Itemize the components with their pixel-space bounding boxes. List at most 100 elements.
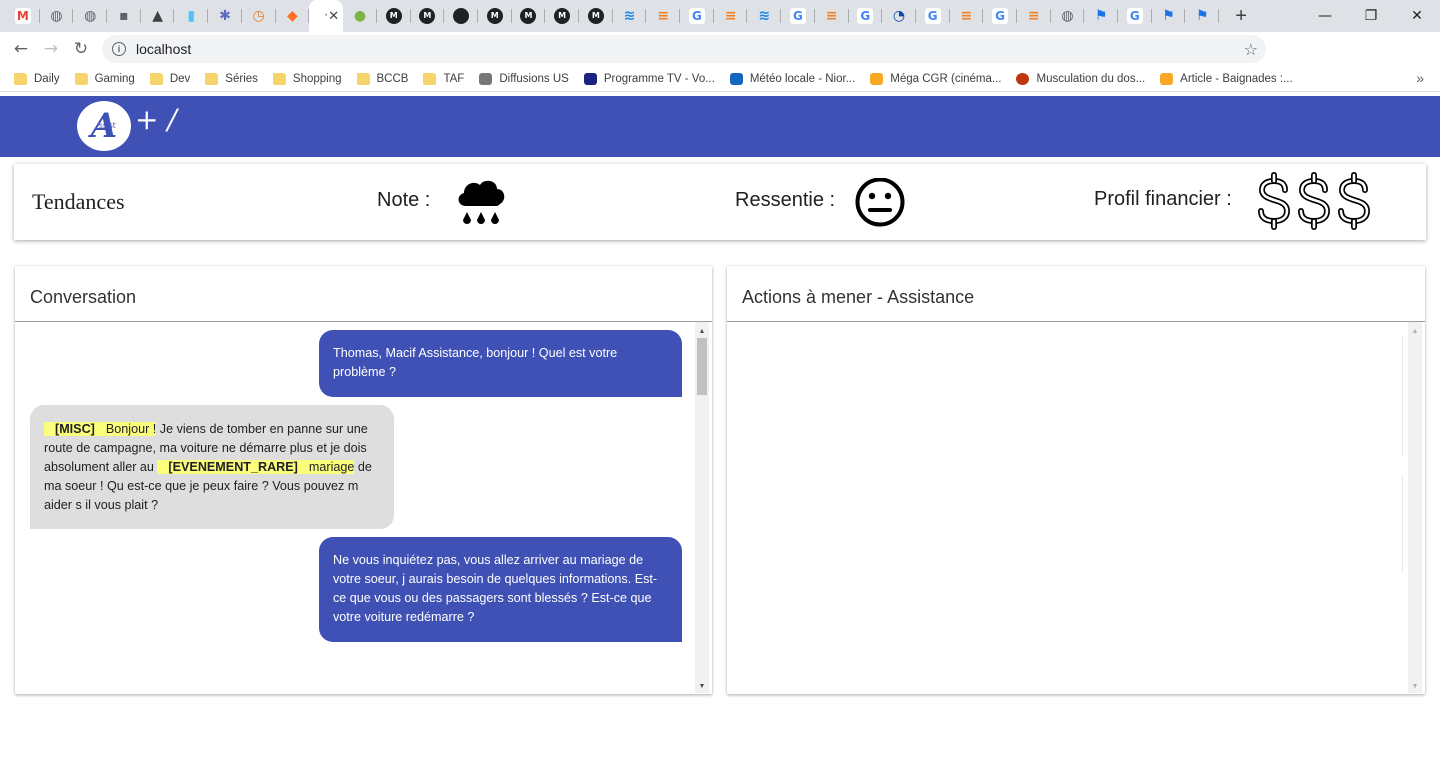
browser-tab[interactable]: ▲: [141, 0, 175, 32]
stackoverflow-icon: ≡: [1027, 8, 1040, 24]
bookmark-item[interactable]: Séries: [205, 72, 258, 85]
actions-body[interactable]: ▲ ▼: [727, 322, 1425, 693]
bookmark-item[interactable]: Daily: [14, 72, 60, 85]
browser-tab[interactable]: · ✕: [309, 0, 344, 32]
bookmarks-bar: Daily Gaming Dev Séries Shopping BCCB TAF Diffu…: [0, 66, 1440, 92]
browser-tab[interactable]: ≡: [815, 0, 849, 32]
note-label: Note :: [377, 189, 431, 211]
bookmark-item[interactable]: Dev: [149, 72, 190, 85]
back-button[interactable]: ←: [6, 34, 36, 64]
browser-tab[interactable]: ●: [343, 0, 377, 32]
browser-tab[interactable]: M: [579, 0, 613, 32]
browser-tab[interactable]: ▪: [107, 0, 141, 32]
bookmark-item[interactable]: Gaming: [74, 72, 135, 85]
browser-tab[interactable]: [444, 0, 478, 32]
browser-toolbar: ← → ↻ i localhost ☆ ● ▦ ◌ ◈ ⋮: [0, 32, 1440, 89]
entity-highlight: mariage: [308, 460, 355, 474]
browser-tab[interactable]: ≡: [714, 0, 748, 32]
conversation-scrollbar[interactable]: ▲ ▼: [695, 322, 709, 693]
browser-tab[interactable]: ◷: [242, 0, 276, 32]
browser-tab[interactable]: M: [411, 0, 445, 32]
bookmark-item[interactable]: Diffusions US: [479, 72, 569, 85]
cinema-icon: [870, 72, 884, 85]
m-icon: M: [486, 8, 503, 24]
browser-tab[interactable]: ≡: [1017, 0, 1051, 32]
entity-highlight: Bonjour !: [105, 422, 157, 436]
maximize-button[interactable]: ❐: [1348, 0, 1394, 32]
reload-button[interactable]: ↻: [66, 34, 96, 64]
scroll-up-arrow-icon[interactable]: ▲: [1408, 324, 1422, 338]
browser-tab[interactable]: ⚑: [1185, 0, 1219, 32]
browser-tab[interactable]: G: [1118, 0, 1152, 32]
browser-tab[interactable]: M: [545, 0, 579, 32]
conversation-body[interactable]: Thomas, Macif Assistance, bonjour ! Quel…: [15, 322, 712, 693]
scroll-down-arrow-icon[interactable]: ▼: [1408, 679, 1422, 693]
browser-tab[interactable]: ◍: [1051, 0, 1085, 32]
info-icon[interactable]: i: [112, 42, 126, 56]
tab-list: M ◍ ◍ ▪ ▲ ▮ ✱ ◷ ◆ · ✕ ● M M M M M M ≋ ≡ G ≡ ≋ G ≡ G ◔ G ≡ G ≡ ◍ ⚑ G ⚑ ⚑ +: [0, 0, 1255, 32]
close-window-button[interactable]: ✕: [1394, 0, 1440, 32]
neutral-face-icon: [855, 178, 905, 227]
bookmark-star-icon[interactable]: ☆: [1244, 40, 1258, 59]
message-agent: Thomas, Macif Assistance, bonjour ! Quel…: [319, 330, 682, 397]
bookmark-item[interactable]: Programme TV - Vo...: [583, 72, 715, 85]
browser-tab[interactable]: ◆: [276, 0, 310, 32]
browser-tab[interactable]: ◍: [40, 0, 74, 32]
bookmark-item[interactable]: Article - Baignades :...: [1160, 72, 1293, 85]
address-bar[interactable]: i localhost ☆: [102, 35, 1266, 63]
browser-tab[interactable]: ◔: [882, 0, 916, 32]
bookmark-item[interactable]: BCCB: [356, 72, 408, 85]
browser-tab[interactable]: M: [6, 0, 40, 32]
google-icon: G: [1126, 8, 1143, 24]
minimize-button[interactable]: —: [1302, 0, 1348, 32]
bookmark-label: Programme TV - Vo...: [603, 72, 715, 85]
bookmark-label: TAF: [443, 72, 465, 85]
browser-tab[interactable]: ≡: [950, 0, 984, 32]
bookmark-item[interactable]: TAF: [423, 72, 465, 85]
stackoverflow-icon: ≡: [825, 8, 838, 24]
browser-tab[interactable]: G: [680, 0, 714, 32]
browser-tab[interactable]: M: [512, 0, 546, 32]
scroll-down-arrow-icon[interactable]: ▼: [695, 679, 709, 693]
m-icon: M: [587, 8, 604, 24]
browser-tab[interactable]: ✱: [208, 0, 242, 32]
flag-icon: ⚑: [1094, 8, 1108, 24]
browser-tab[interactable]: M: [478, 0, 512, 32]
browser-tab[interactable]: G: [781, 0, 815, 32]
bookmark-label: Méga CGR (cinéma...: [890, 72, 1002, 85]
bookmark-item[interactable]: Shopping: [272, 72, 342, 85]
browser-tab[interactable]: ≋: [613, 0, 647, 32]
browser-tab[interactable]: ◍: [73, 0, 107, 32]
tv-icon: [583, 72, 597, 85]
message-client: [MISC] Bonjour ! Je viens de tomber en pa…: [30, 405, 394, 529]
folder-icon: [14, 72, 27, 85]
scrollbar-thumb[interactable]: [697, 338, 707, 395]
conversation-title: Conversation: [15, 266, 712, 322]
actions-scrollbar[interactable]: ▲ ▼: [1408, 322, 1422, 693]
globe-icon: ◍: [84, 8, 97, 24]
bookmark-item[interactable]: Musculation du dos...: [1016, 72, 1145, 85]
bookmark-item[interactable]: Méga CGR (cinéma...: [870, 72, 1002, 85]
url-text[interactable]: localhost: [136, 41, 191, 57]
browser-tab[interactable]: ≡: [646, 0, 680, 32]
divider: [1402, 476, 1403, 572]
browser-tab[interactable]: G: [983, 0, 1017, 32]
assist-logo[interactable]: A ssist: [77, 101, 131, 151]
google-icon: G: [924, 8, 941, 24]
close-tab-icon[interactable]: ✕: [328, 8, 339, 24]
forward-button[interactable]: →: [36, 34, 66, 64]
browser-tab[interactable]: G: [916, 0, 950, 32]
browser-tab[interactable]: ▮: [174, 0, 208, 32]
folder-icon: [74, 72, 88, 85]
browser-tab[interactable]: ⚑: [1152, 0, 1186, 32]
loader-icon: ◔: [892, 8, 906, 24]
scroll-up-arrow-icon[interactable]: ▲: [695, 324, 709, 338]
browser-tab[interactable]: M: [377, 0, 411, 32]
bookmarks-overflow-button[interactable]: »: [1416, 70, 1424, 86]
browser-tab[interactable]: G: [849, 0, 883, 32]
browser-tab[interactable]: ⚑: [1084, 0, 1118, 32]
reload-icon: ↻: [73, 39, 89, 59]
browser-tab[interactable]: ≋: [747, 0, 781, 32]
new-tab-button[interactable]: +: [1227, 2, 1255, 30]
bookmark-item[interactable]: Météo locale - Nior...: [729, 72, 855, 85]
